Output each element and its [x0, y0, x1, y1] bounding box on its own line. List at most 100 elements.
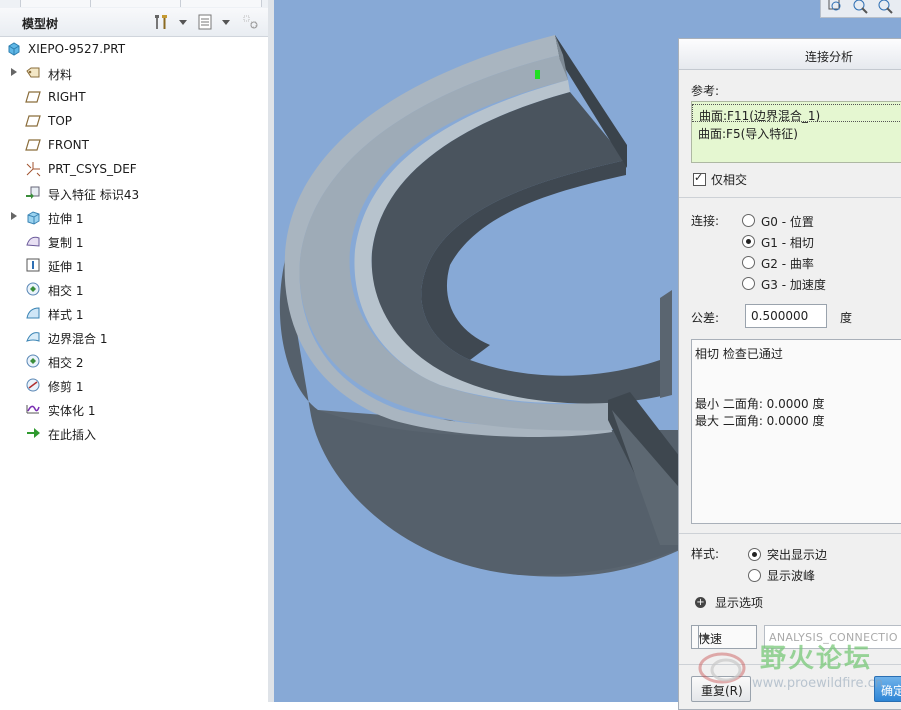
extrude-icon: [27, 211, 40, 225]
connection-analysis-dialog: 连接分析 参考: 曲面:F11(边界混合_1) 曲面:F5(导入特征) 仅相交 …: [678, 38, 901, 710]
style-label: 样式:: [691, 547, 720, 561]
analysis-mode-select[interactable]: 快速: [691, 625, 757, 649]
tree-item-csys[interactable]: PRT_CSYS_DEF: [0, 158, 266, 180]
highlight-edges-label: 突出显示边: [767, 548, 828, 562]
refit-icon[interactable]: [827, 0, 845, 15]
g0-position-label: G0 - 位置: [761, 215, 814, 229]
tolerance-value: 0.500000: [751, 309, 809, 323]
g2-curvature-label: G2 - 曲率: [761, 257, 814, 271]
tree-item-label: PRT_CSYS_DEF: [48, 162, 137, 176]
reference-label: 参考:: [691, 84, 720, 98]
tree-item-label: 导入特征 标识43: [48, 188, 140, 202]
csys-icon: [26, 162, 41, 177]
divider: [679, 197, 901, 198]
tree-item-label: 拉伸 1: [48, 212, 84, 226]
boundary-blend-icon: [26, 332, 40, 342]
g0-position-radio[interactable]: [742, 214, 755, 227]
settings-tools-icon[interactable]: [152, 13, 170, 31]
dialog-title: 连接分析: [805, 50, 854, 64]
tree-item-top-plane[interactable]: TOP: [0, 110, 266, 132]
extend-icon: [26, 258, 40, 272]
analysis-name-input[interactable]: ANALYSIS_CONNECTIO: [764, 625, 901, 649]
tree-item-front-plane[interactable]: FRONT: [0, 134, 266, 156]
tree-item-style[interactable]: 样式 1: [0, 302, 266, 324]
tree-item-solidify[interactable]: 实体化 1: [0, 398, 266, 420]
highlight-edges-radio[interactable]: [748, 548, 761, 561]
dialog-title-bar[interactable]: 连接分析: [679, 39, 901, 70]
show-dropdown-icon[interactable]: [222, 20, 230, 25]
g3-acceleration-radio[interactable]: [742, 277, 755, 290]
ok-button-label: 确定: [881, 684, 901, 698]
tree-item-part[interactable]: XIEPO-9527.PRT: [0, 38, 266, 60]
expand-plus-icon[interactable]: +: [695, 597, 706, 608]
tree-item-boundary-blend[interactable]: 边界混合 1: [0, 326, 266, 348]
tree-item-material[interactable]: 材料: [0, 62, 266, 84]
import-feature-icon: [26, 186, 40, 199]
expand-arrow-icon[interactable]: [11, 212, 17, 220]
zoom-in-icon[interactable]: [851, 0, 869, 15]
tree-item-trim[interactable]: 修剪 1: [0, 374, 266, 396]
tree-item-label: 修剪 1: [48, 380, 84, 394]
expand-arrow-icon[interactable]: [11, 68, 17, 76]
show-columns-icon[interactable]: [196, 13, 214, 31]
result-max-angle: 最大 二面角: 0.0000 度: [695, 414, 825, 428]
tab-model-tree[interactable]: [20, 0, 92, 7]
tree-item-import-feature[interactable]: 导入特征 标识43: [0, 182, 266, 204]
tree-item-label: RIGHT: [48, 90, 86, 104]
reference-item[interactable]: 曲面:F11(边界混合_1): [692, 104, 901, 123]
tree-item-label: 实体化 1: [48, 404, 96, 418]
zoom-out-icon[interactable]: [876, 0, 894, 15]
reference-item-text: 曲面:F5(导入特征): [698, 127, 798, 141]
only-intersect-label: 仅相交: [711, 173, 748, 187]
filter-icon[interactable]: [242, 13, 260, 31]
tree-item-extrude[interactable]: 拉伸 1: [0, 206, 266, 228]
repeat-button[interactable]: 重复(R): [691, 676, 751, 702]
g1-tangent-radio[interactable]: [742, 235, 755, 248]
results-area: 相切 检查已通过 最小 二面角: 0.0000 度 最大 二面角: 0.0000…: [691, 339, 901, 524]
tree-item-label: 边界混合 1: [48, 332, 108, 346]
tree-item-label: 相交 1: [48, 284, 84, 298]
datum-plane-icon: [25, 139, 41, 151]
solidify-icon: [26, 405, 40, 414]
tolerance-label: 公差:: [691, 311, 720, 325]
tolerance-input[interactable]: 0.500000: [745, 304, 827, 328]
model-tree-header: 模型树: [0, 8, 268, 37]
tree-item-label: XIEPO-9527.PRT: [28, 42, 126, 56]
result-min-angle: 最小 二面角: 0.0000 度: [695, 397, 825, 411]
analysis-name-value: ANALYSIS_CONNECTIO: [769, 631, 898, 644]
tab-folder-browser[interactable]: [90, 0, 182, 7]
datum-plane-icon: [25, 91, 41, 103]
intersect-icon: [26, 282, 40, 296]
tree-item-label: 材料: [48, 68, 73, 82]
reference-collector[interactable]: 曲面:F11(边界混合_1) 曲面:F5(导入特征): [691, 101, 901, 163]
reference-item-text: 曲面:F11(边界混合_1): [699, 109, 821, 123]
display-options-label[interactable]: 显示选项: [715, 594, 763, 611]
tree-item-intersect-1[interactable]: 相交 1: [0, 278, 266, 300]
trim-icon: [26, 378, 40, 392]
tree-item-right-plane[interactable]: RIGHT: [0, 86, 266, 108]
style-icon: [26, 307, 40, 319]
tree-item-copy[interactable]: 复制 1: [0, 230, 266, 252]
tab-favorites[interactable]: [180, 0, 262, 7]
tree-item-intersect-2[interactable]: 相交 2: [0, 350, 266, 372]
tree-item-label: TOP: [48, 114, 73, 128]
part-icon: [8, 42, 20, 56]
tree-item-label: FRONT: [48, 138, 89, 152]
only-intersect-checkbox[interactable]: [693, 171, 706, 186]
ok-button[interactable]: 确定: [874, 676, 901, 702]
view-toolbar: [820, 0, 901, 18]
show-peaks-radio[interactable]: [748, 569, 761, 582]
tree-item-extend[interactable]: 延伸 1: [0, 254, 266, 276]
divider: [679, 533, 901, 534]
chevron-down-icon[interactable]: [698, 626, 714, 648]
tree-item-label: 相交 2: [48, 356, 84, 370]
g1-tangent-label: G1 - 相切: [761, 236, 814, 250]
result-status: 相切 检查已通过: [695, 347, 783, 361]
tolerance-unit: 度: [840, 311, 853, 325]
settings-dropdown-icon[interactable]: [179, 20, 187, 25]
copy-icon: [26, 236, 40, 247]
tree-item-label: 样式 1: [48, 308, 84, 322]
g2-curvature-radio[interactable]: [742, 256, 755, 269]
reference-item[interactable]: 曲面:F5(导入特征): [692, 123, 901, 141]
tree-item-insert-here[interactable]: 在此插入: [0, 422, 266, 444]
